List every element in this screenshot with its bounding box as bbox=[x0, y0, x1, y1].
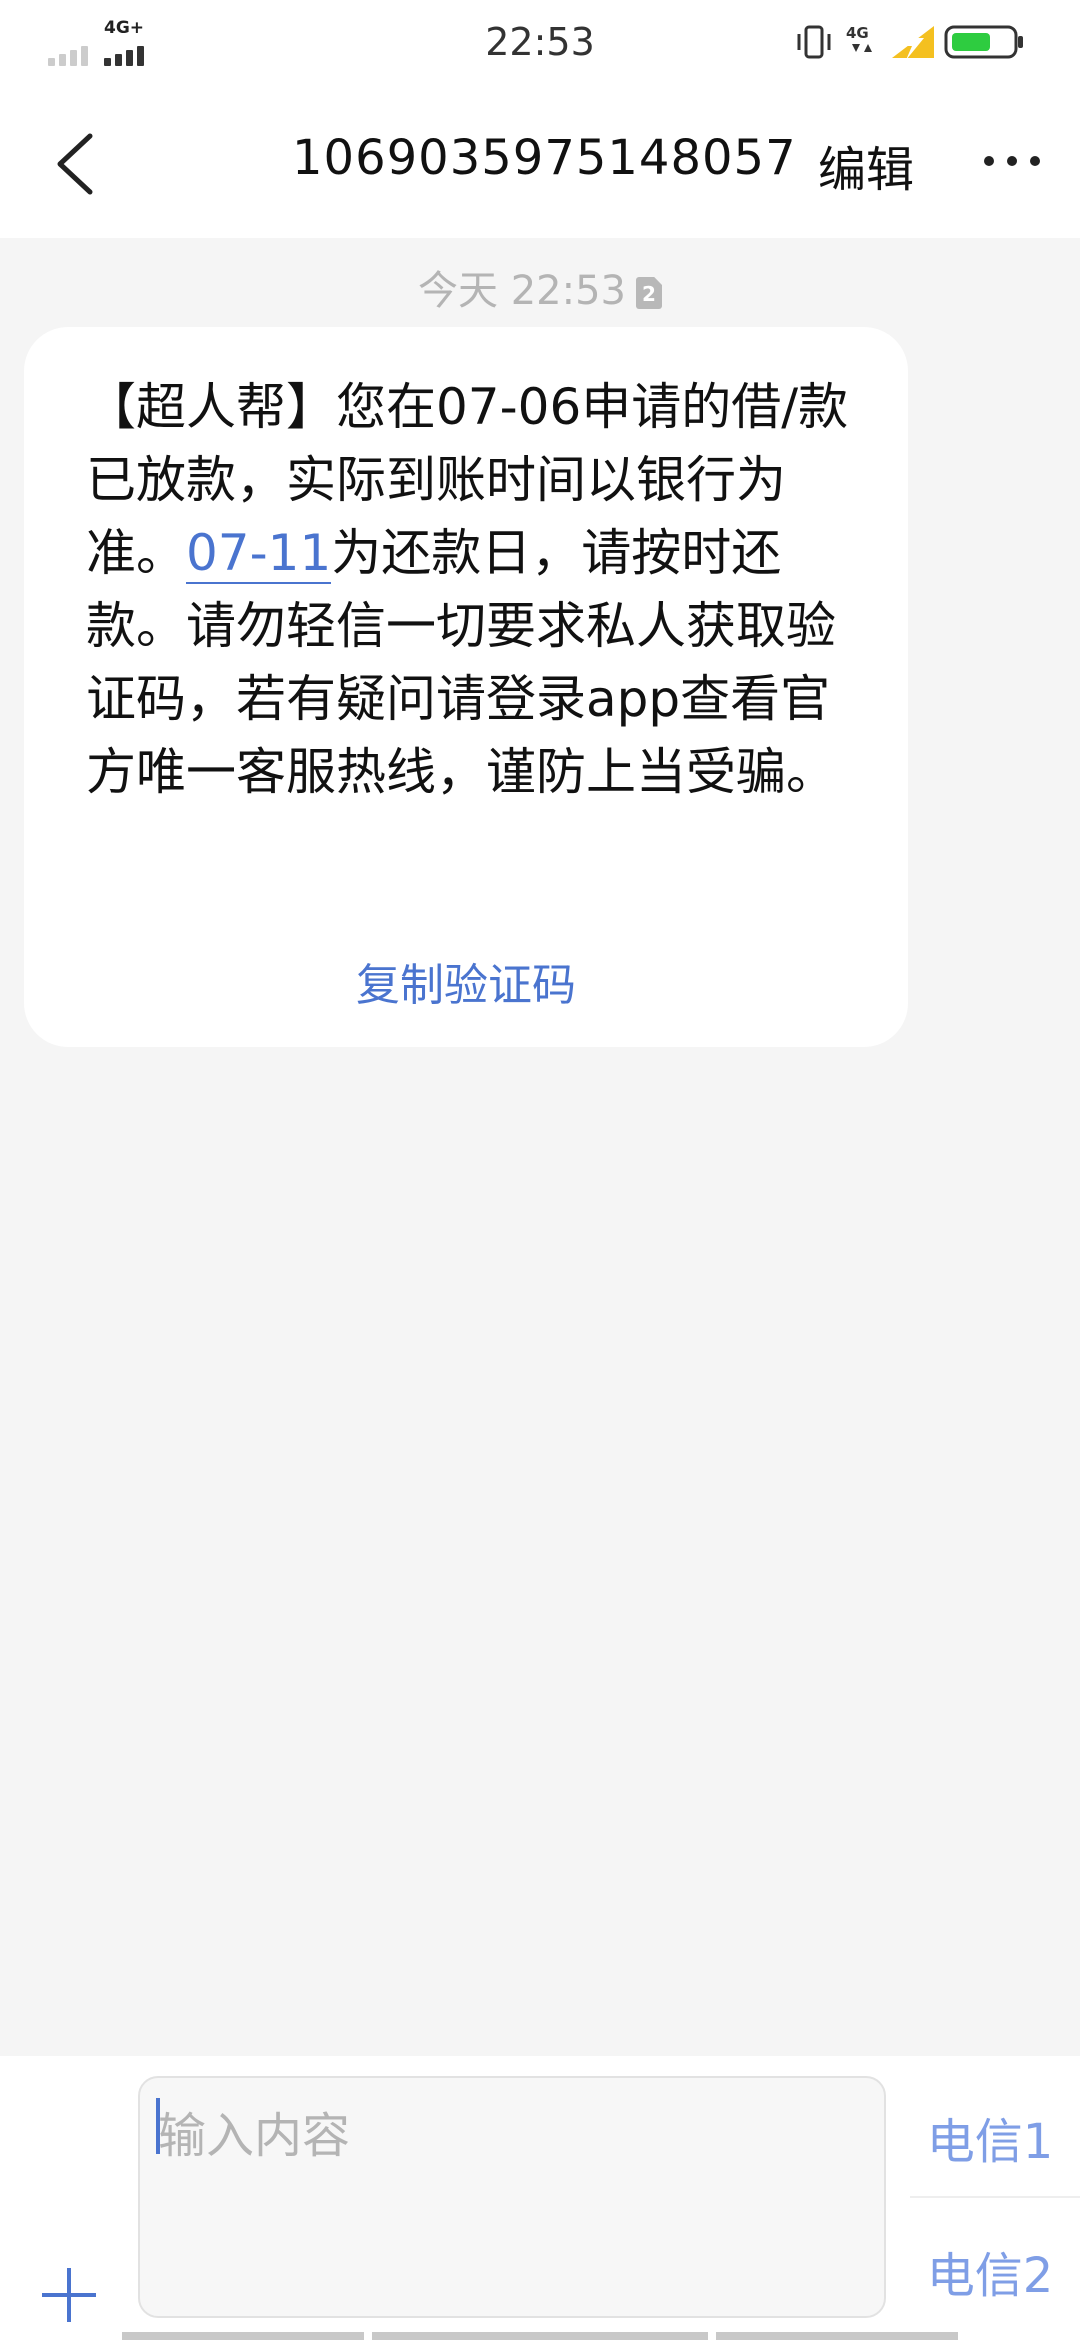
signal-4g-icon: 4G bbox=[846, 24, 872, 52]
status-right-icons: 4G bbox=[796, 22, 1036, 64]
add-attachment-icon[interactable] bbox=[42, 2268, 96, 2322]
edit-button[interactable]: 编辑 bbox=[818, 130, 914, 200]
send-sim2-button[interactable]: 电信2 bbox=[900, 2236, 1080, 2306]
message-timestamp: 今天 22:53 2 bbox=[0, 258, 1080, 316]
message-input-placeholder: 输入内容 bbox=[158, 2108, 351, 2164]
keyboard-edge-left bbox=[122, 2332, 364, 2340]
sim-divider bbox=[910, 2196, 1080, 2198]
conversation-header: 1069035975148057 编辑 bbox=[0, 84, 1080, 238]
status-bar: 4G+ 22:53 4G bbox=[0, 0, 1080, 84]
back-icon[interactable] bbox=[52, 132, 96, 196]
timestamp-text: 今天 22:53 bbox=[418, 268, 626, 314]
composer-area: 输入内容 电信1 电信2 bbox=[0, 2056, 1080, 2340]
more-options-icon[interactable] bbox=[982, 156, 1042, 172]
contact-number-title: 1069035975148057 bbox=[292, 130, 797, 186]
keyboard-edge-center bbox=[372, 2332, 708, 2340]
send-sim1-button[interactable]: 电信1 bbox=[900, 2102, 1080, 2172]
message-bubble[interactable]: 【超人帮】您在07-06申请的借/款已放款，实际到账时间以银行为准。07-11为… bbox=[24, 327, 908, 1047]
sim-card-badge-icon: 2 bbox=[636, 277, 662, 309]
copy-code-button[interactable]: 复制验证码 bbox=[24, 949, 908, 1013]
vibrate-icon bbox=[797, 25, 831, 59]
status-icons-svg: 4G bbox=[797, 24, 1023, 60]
network-type-right-label: 4G bbox=[846, 24, 869, 42]
message-text: 【超人帮】您在07-06申请的借/款已放款，实际到账时间以银行为准。07-11为… bbox=[86, 371, 876, 809]
battery-icon bbox=[944, 25, 1023, 59]
keyboard-edge-right bbox=[716, 2332, 958, 2340]
message-input[interactable]: 输入内容 bbox=[138, 2076, 886, 2318]
charging-signal-icon bbox=[892, 26, 934, 60]
date-link[interactable]: 07-11 bbox=[186, 524, 332, 584]
